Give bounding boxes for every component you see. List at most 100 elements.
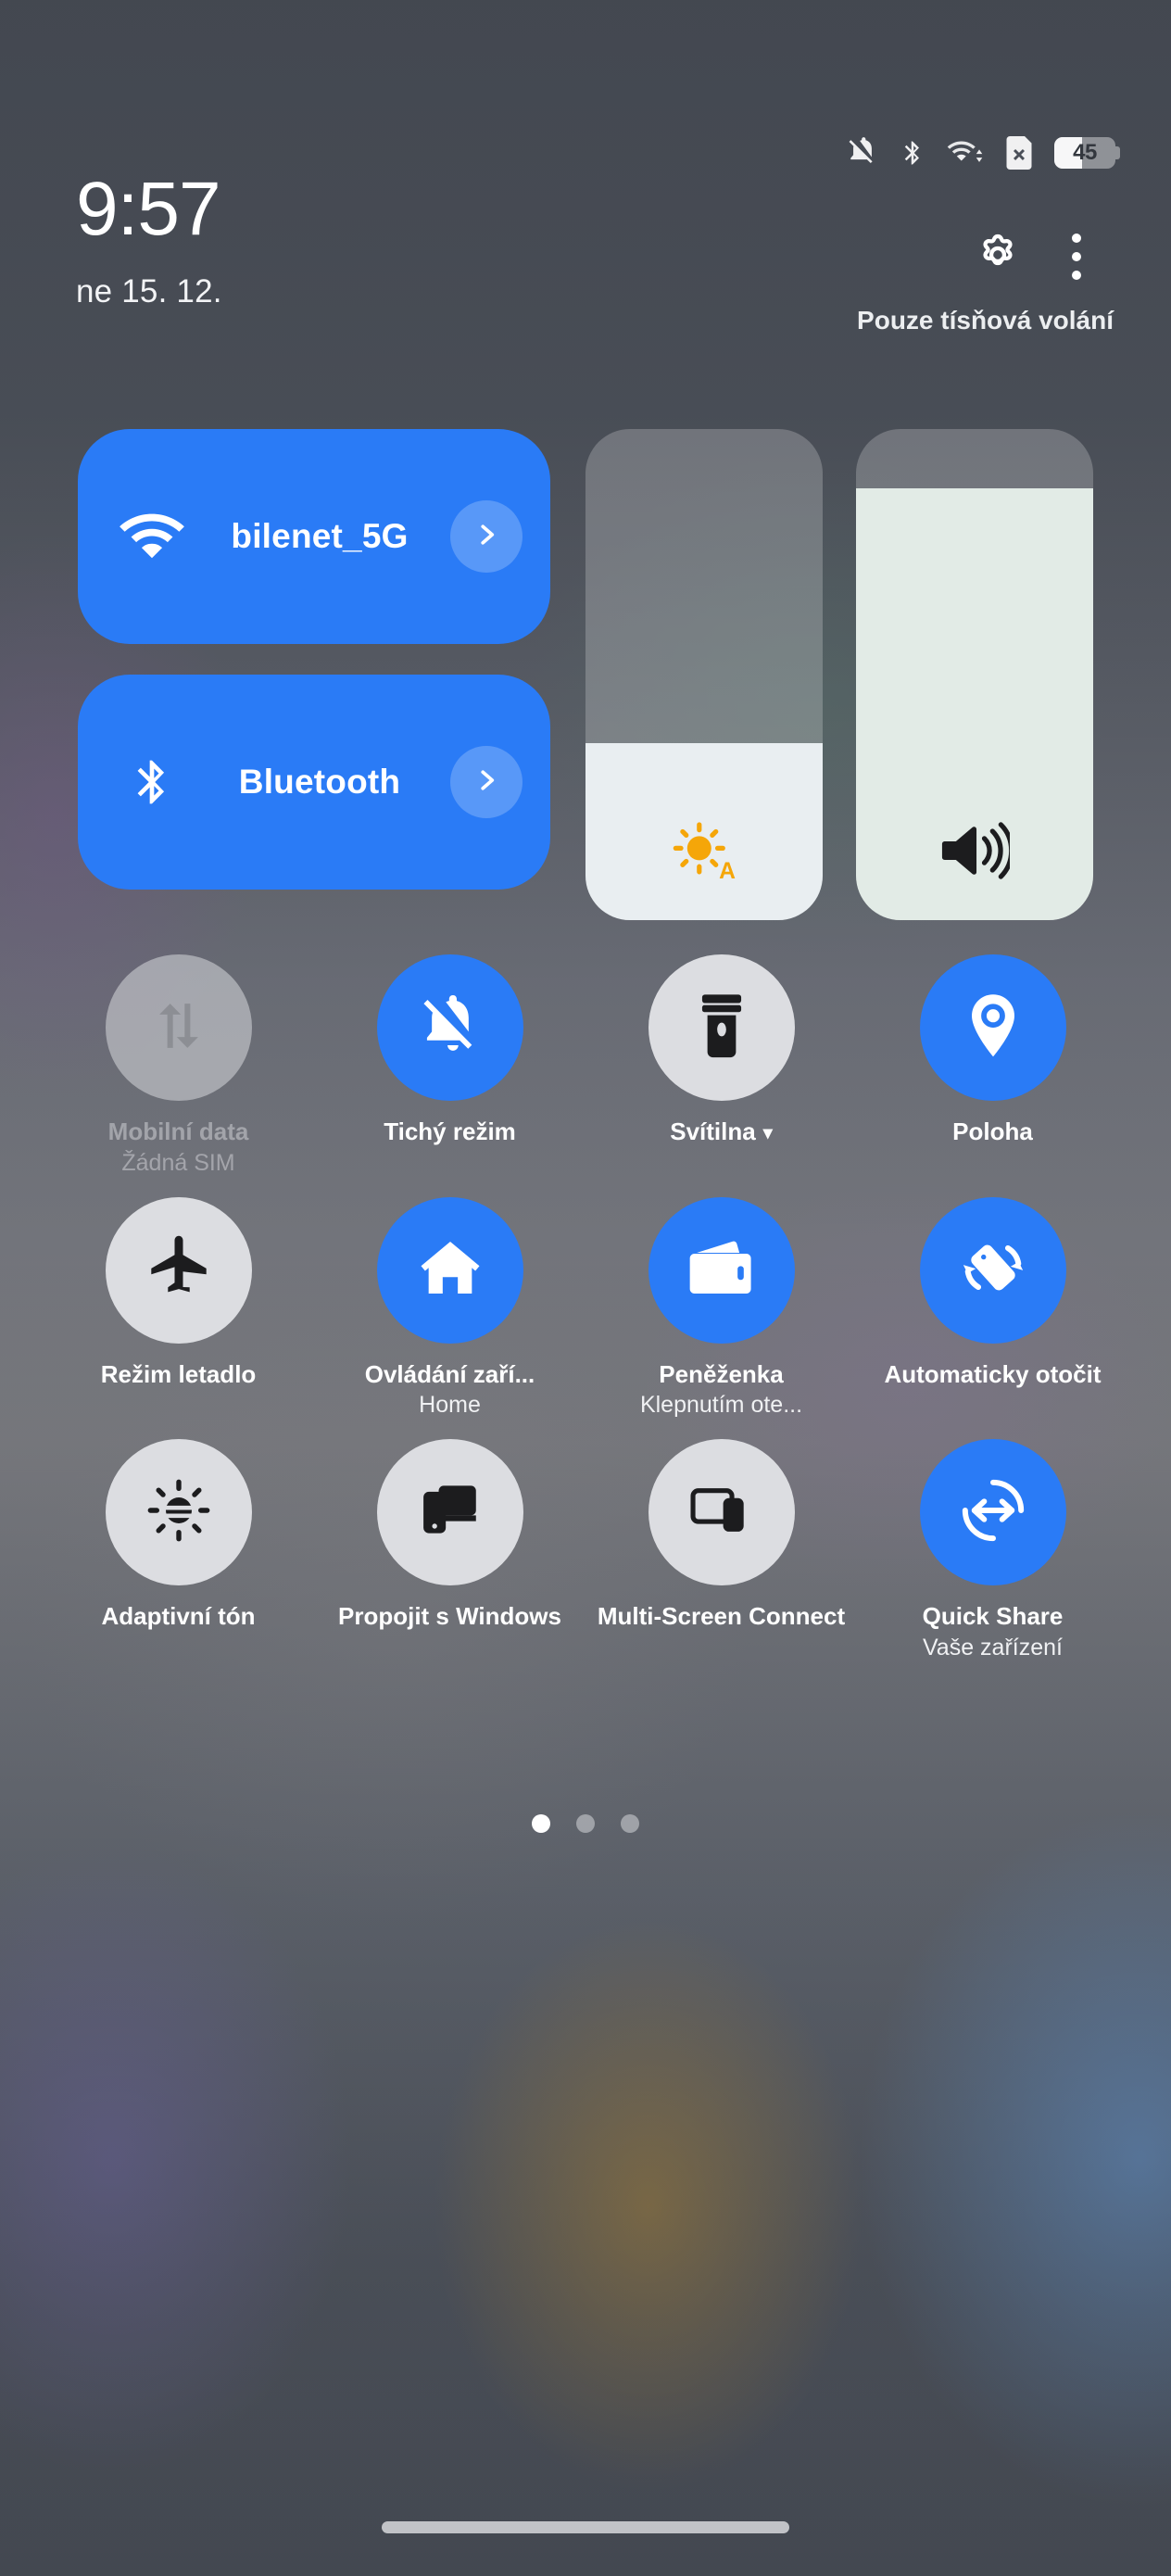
tile-label: Tichý režim bbox=[314, 1118, 586, 1147]
header-icon-row bbox=[732, 221, 1121, 293]
multiscreen-connect-icon bbox=[689, 1483, 754, 1543]
tile-multi-screen-connect[interactable]: Multi-Screen Connect bbox=[586, 1439, 857, 1661]
quick-settings-panel: 45 9:57 ne 15. 12. Pouze tísňová bbox=[0, 0, 1171, 2576]
svg-text:A: A bbox=[719, 859, 736, 884]
bluetooth-tile[interactable]: Bluetooth bbox=[78, 675, 550, 890]
tile-label: Adaptivní tón bbox=[43, 1602, 314, 1632]
tile-label: Multi-Screen Connect bbox=[586, 1602, 857, 1632]
status-bar: 45 bbox=[847, 134, 1115, 171]
overflow-menu-button[interactable] bbox=[1038, 221, 1115, 293]
speaker-volume-icon bbox=[856, 781, 1093, 920]
tile-label: Poloha bbox=[857, 1118, 1128, 1147]
auto-rotate-icon bbox=[959, 1233, 1027, 1307]
adaptive-tone-icon bbox=[146, 1478, 211, 1547]
tile-icon-wrap bbox=[648, 1439, 795, 1585]
wallet-icon bbox=[688, 1237, 755, 1303]
tile-adaptive-tone[interactable]: Adaptivní tón bbox=[43, 1439, 314, 1661]
bluetooth-icon bbox=[115, 750, 189, 814]
tile-label: Režim letadlo bbox=[43, 1360, 314, 1390]
clock-date: ne 15. 12. bbox=[76, 273, 222, 310]
tile-label: Propojit s Windows bbox=[314, 1602, 586, 1632]
bluetooth-label: Bluetooth bbox=[189, 763, 450, 802]
page-dot-1[interactable] bbox=[532, 1814, 550, 1833]
location-pin-icon bbox=[966, 992, 1020, 1064]
tile-icon-wrap bbox=[648, 954, 795, 1101]
battery-nub bbox=[1115, 146, 1120, 159]
top-controls-row: bilenet_5G Bluetooth bbox=[78, 429, 1093, 920]
tile-sublabel: Žádná SIM bbox=[43, 1149, 314, 1177]
tile-icon-wrap bbox=[920, 1197, 1066, 1344]
quick-share-icon bbox=[959, 1476, 1027, 1549]
tile-sublabel: Klepnutím ote... bbox=[586, 1391, 857, 1419]
tile-airplane-mode[interactable]: Režim letadlo bbox=[43, 1197, 314, 1420]
three-dot-menu-icon-dot3 bbox=[1072, 271, 1081, 280]
wifi-tile[interactable]: bilenet_5G bbox=[78, 429, 550, 644]
wifi-signal-icon bbox=[947, 137, 984, 169]
three-dot-menu-icon-dot2 bbox=[1072, 252, 1081, 261]
battery-indicator: 45 bbox=[1054, 137, 1115, 169]
settings-button[interactable] bbox=[958, 221, 1038, 293]
carrier-status-text: Pouze tísňová volání bbox=[732, 306, 1121, 335]
bluetooth-details-button[interactable] bbox=[450, 746, 523, 818]
sim-missing-icon bbox=[1004, 136, 1034, 170]
bell-mute-icon bbox=[418, 993, 483, 1063]
tile-icon-wrap bbox=[648, 1197, 795, 1344]
gear-icon bbox=[973, 230, 1023, 284]
tile-quick-share[interactable]: Quick Share Vaše zařízení bbox=[857, 1439, 1128, 1661]
tile-icon-wrap bbox=[377, 954, 523, 1101]
tile-wallet[interactable]: Peněženka Klepnutím ote... bbox=[586, 1197, 857, 1420]
tile-icon-wrap bbox=[920, 1439, 1066, 1585]
brightness-auto-icon: A bbox=[586, 781, 823, 920]
bluetooth-icon bbox=[899, 137, 926, 169]
chevron-down-icon[interactable]: ▾ bbox=[763, 1122, 773, 1144]
tile-label: Ovládání zaří... bbox=[314, 1360, 586, 1390]
tile-silent-mode[interactable]: Tichý režim bbox=[314, 954, 586, 1177]
page-indicator[interactable] bbox=[0, 1814, 1171, 1833]
wifi-network-name: bilenet_5G bbox=[189, 517, 450, 556]
page-dot-3[interactable] bbox=[621, 1814, 639, 1833]
connectivity-tiles: bilenet_5G Bluetooth bbox=[78, 429, 550, 920]
tile-sublabel: Home bbox=[314, 1391, 586, 1419]
airplane-icon bbox=[145, 1234, 212, 1306]
clock-time: 9:57 bbox=[76, 171, 222, 247]
tile-label: Automaticky otočit bbox=[857, 1360, 1128, 1390]
header-right: Pouze tísňová volání bbox=[732, 221, 1121, 335]
volume-slider[interactable] bbox=[856, 429, 1093, 920]
bell-mute-icon bbox=[847, 137, 878, 169]
link-to-windows-icon bbox=[419, 1481, 482, 1545]
tile-auto-rotate[interactable]: Automaticky otočit bbox=[857, 1197, 1128, 1420]
clock-block[interactable]: 9:57 ne 15. 12. bbox=[76, 171, 222, 310]
tile-icon-wrap bbox=[106, 954, 252, 1101]
home-gesture-pill[interactable] bbox=[382, 2521, 789, 2533]
data-transfer-icon bbox=[148, 995, 209, 1061]
tile-sublabel: Vaše zařízení bbox=[857, 1634, 1128, 1661]
chevron-right-icon bbox=[472, 766, 500, 799]
tile-label: Svítilna ▾ bbox=[586, 1118, 857, 1147]
tile-flashlight[interactable]: Svítilna ▾ bbox=[586, 954, 857, 1177]
tile-icon-wrap bbox=[377, 1197, 523, 1344]
flashlight-icon bbox=[694, 991, 749, 1065]
wifi-icon bbox=[115, 511, 189, 562]
navigation-bar bbox=[0, 2521, 1171, 2533]
tile-label: Peněženka bbox=[586, 1360, 857, 1390]
three-dot-menu-icon bbox=[1072, 234, 1081, 243]
tile-label: Mobilní data bbox=[43, 1118, 314, 1147]
brightness-slider[interactable]: A bbox=[586, 429, 823, 920]
tile-icon-wrap bbox=[106, 1197, 252, 1344]
tile-icon-wrap bbox=[920, 954, 1066, 1101]
slider-group: A bbox=[550, 429, 1093, 920]
tile-icon-wrap bbox=[106, 1439, 252, 1585]
quick-toggle-grid: Mobilní data Žádná SIM Tichý režim bbox=[43, 954, 1128, 1661]
tile-label: Quick Share bbox=[857, 1602, 1128, 1632]
tile-icon-wrap bbox=[377, 1439, 523, 1585]
tile-mobile-data[interactable]: Mobilní data Žádná SIM bbox=[43, 954, 314, 1177]
tile-location[interactable]: Poloha bbox=[857, 954, 1128, 1177]
battery-level-text: 45 bbox=[1073, 142, 1097, 164]
chevron-right-icon bbox=[472, 521, 500, 553]
page-dot-2[interactable] bbox=[576, 1814, 595, 1833]
tile-label-text: Svítilna bbox=[670, 1118, 755, 1145]
tile-device-controls[interactable]: Ovládání zaří... Home bbox=[314, 1197, 586, 1420]
wifi-details-button[interactable] bbox=[450, 500, 523, 573]
home-icon bbox=[418, 1237, 483, 1303]
tile-link-to-windows[interactable]: Propojit s Windows bbox=[314, 1439, 586, 1661]
